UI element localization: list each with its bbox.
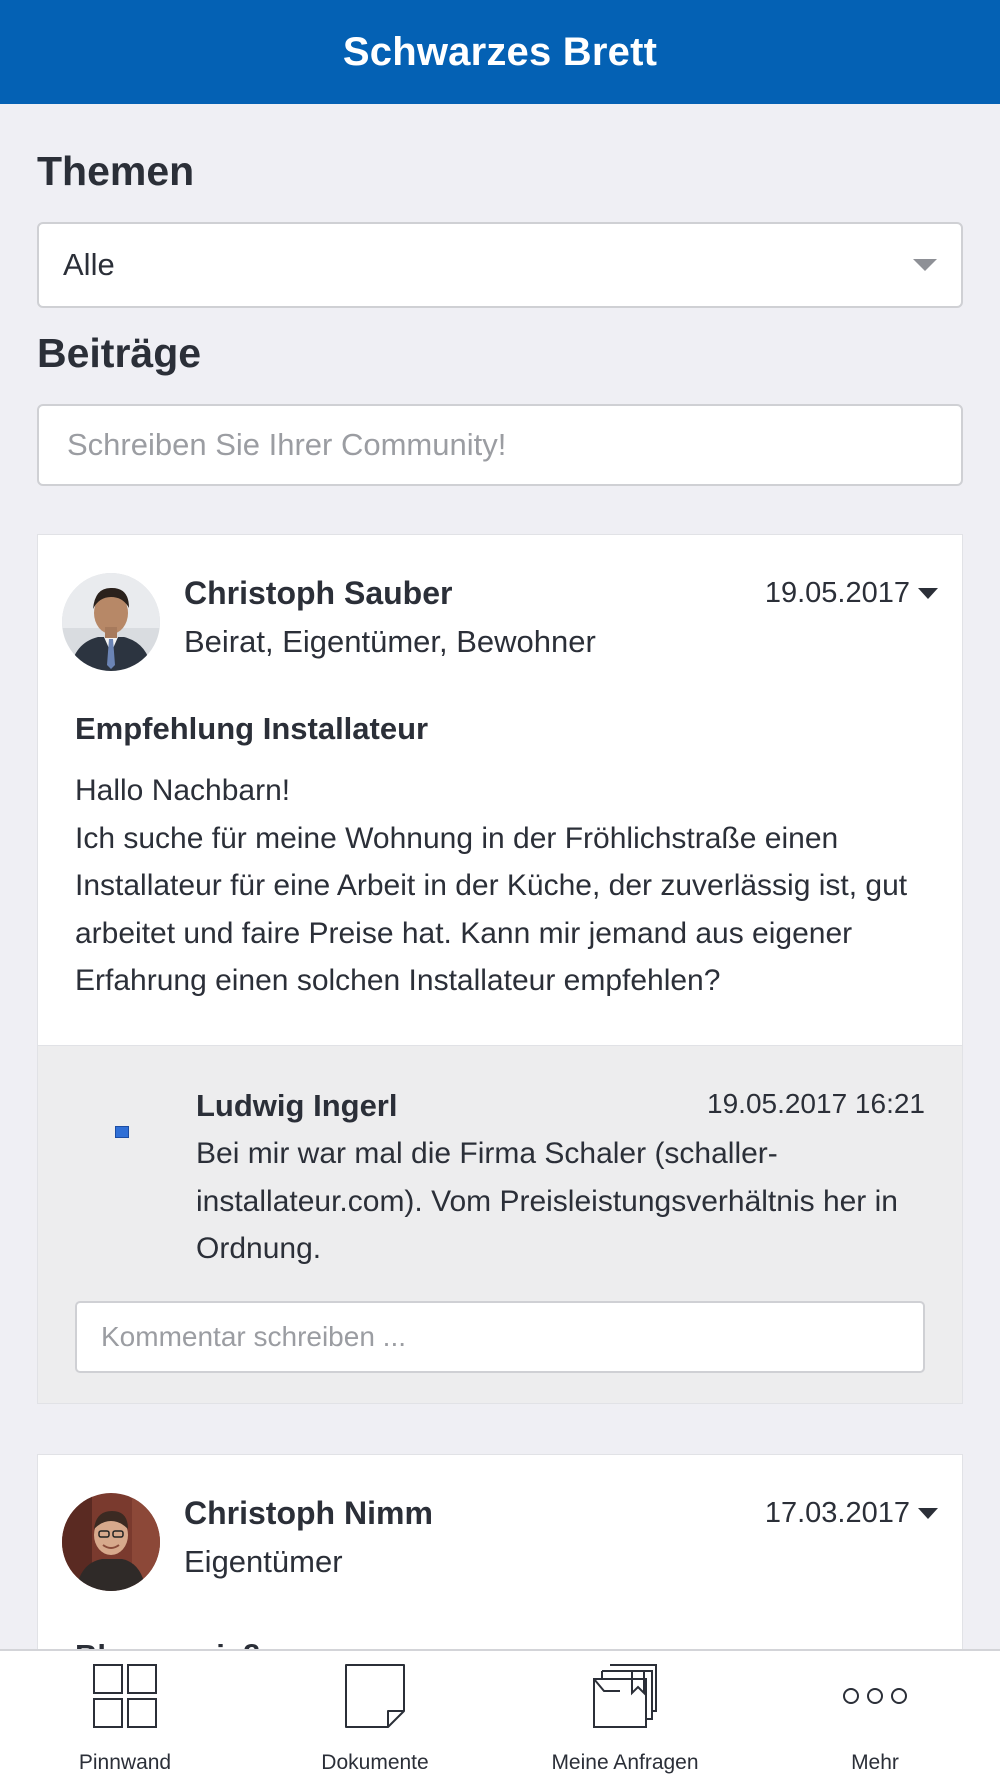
chevron-down-icon — [913, 259, 937, 271]
comment-input[interactable]: Kommentar schreiben ... — [75, 1301, 925, 1373]
avatar-photo-icon — [62, 1493, 160, 1591]
tab-mehr[interactable]: Mehr — [750, 1651, 1000, 1778]
posts-heading: Beiträge — [37, 330, 202, 376]
comment-author-name[interactable]: Ludwig Ingerl — [196, 1088, 398, 1124]
comment-input-placeholder: Kommentar schreiben ... — [101, 1321, 407, 1352]
topics-select[interactable]: Alle — [37, 222, 963, 308]
post-author-name[interactable]: Christoph Nimm — [184, 1495, 433, 1532]
post-date-menu[interactable]: 19.05.2017 — [765, 577, 938, 610]
tab-meine-anfragen[interactable]: Meine Anfragen — [500, 1651, 750, 1778]
comments-section: Ludwig Ingerl 19.05.2017 16:21 Bei mir w… — [38, 1045, 962, 1403]
feed-content[interactable]: Themen Alle Beiträge Schreiben Sie Ihrer… — [0, 104, 1000, 1649]
post-date: 19.05.2017 — [764, 577, 910, 609]
app-root: Schwarzes Brett Themen Alle Beiträge Sch… — [0, 0, 1000, 1778]
post-body-line: Ich suche für meine Wohnung in der Fröhl… — [75, 821, 908, 998]
tab-label: Mehr — [851, 1751, 899, 1774]
avatar[interactable] — [62, 1493, 160, 1591]
tab-label: Dokumente — [321, 1751, 429, 1774]
topics-heading: Themen — [37, 148, 195, 194]
grid-icon — [93, 1664, 157, 1728]
avatar-photo-icon — [62, 573, 160, 671]
post-date-menu[interactable]: 17.03.2017 — [765, 1497, 938, 1530]
tab-dokumente[interactable]: Dokumente — [250, 1651, 500, 1778]
post-date: 17.03.2017 — [764, 1497, 910, 1529]
compose-post-input[interactable]: Schreiben Sie Ihrer Community! — [37, 404, 963, 486]
tab-label: Meine Anfragen — [551, 1751, 699, 1774]
post-title: Empfehlung Installateur — [75, 711, 429, 746]
comment-avatar[interactable] — [74, 1084, 170, 1180]
post-body: Hallo Nachbarn! Ich suche für meine Wohn… — [75, 767, 935, 1005]
page-title: Schwarzes Brett — [342, 29, 658, 74]
top-bar: Schwarzes Brett — [0, 0, 1000, 104]
more-icon — [843, 1688, 907, 1704]
broken-image-icon — [115, 1126, 129, 1138]
caret-down-icon — [918, 588, 938, 599]
post-card: Christoph Nimm Eigentümer 17.03.2017 Blu… — [37, 1454, 963, 1649]
tab-pinnwand[interactable]: Pinnwand — [0, 1651, 250, 1778]
post-card: Christoph Sauber Beirat, Eigentümer, Bew… — [37, 534, 963, 1404]
caret-down-icon — [918, 1508, 938, 1519]
tab-label: Pinnwand — [78, 1751, 172, 1774]
topics-select-value: Alle — [63, 247, 115, 282]
bottom-tab-bar: Pinnwand Dokumente Meine Anfragen Mehr — [0, 1649, 1000, 1778]
post-author-name[interactable]: Christoph Sauber — [184, 575, 452, 612]
avatar[interactable] — [62, 573, 160, 671]
post-body-line: Hallo Nachbarn! — [75, 774, 291, 807]
post-title: Blumen gießen — [75, 1638, 297, 1649]
folders-icon — [593, 1664, 657, 1728]
comment-text: Bei mir war mal die Firma Schaler (schal… — [196, 1137, 898, 1265]
post-author-role: Eigentümer — [184, 1544, 343, 1579]
post-author-role: Beirat, Eigentümer, Bewohner — [184, 624, 596, 659]
document-icon — [345, 1664, 405, 1728]
compose-post-placeholder: Schreiben Sie Ihrer Community! — [67, 427, 507, 462]
comment-date: 19.05.2017 16:21 — [707, 1088, 925, 1119]
